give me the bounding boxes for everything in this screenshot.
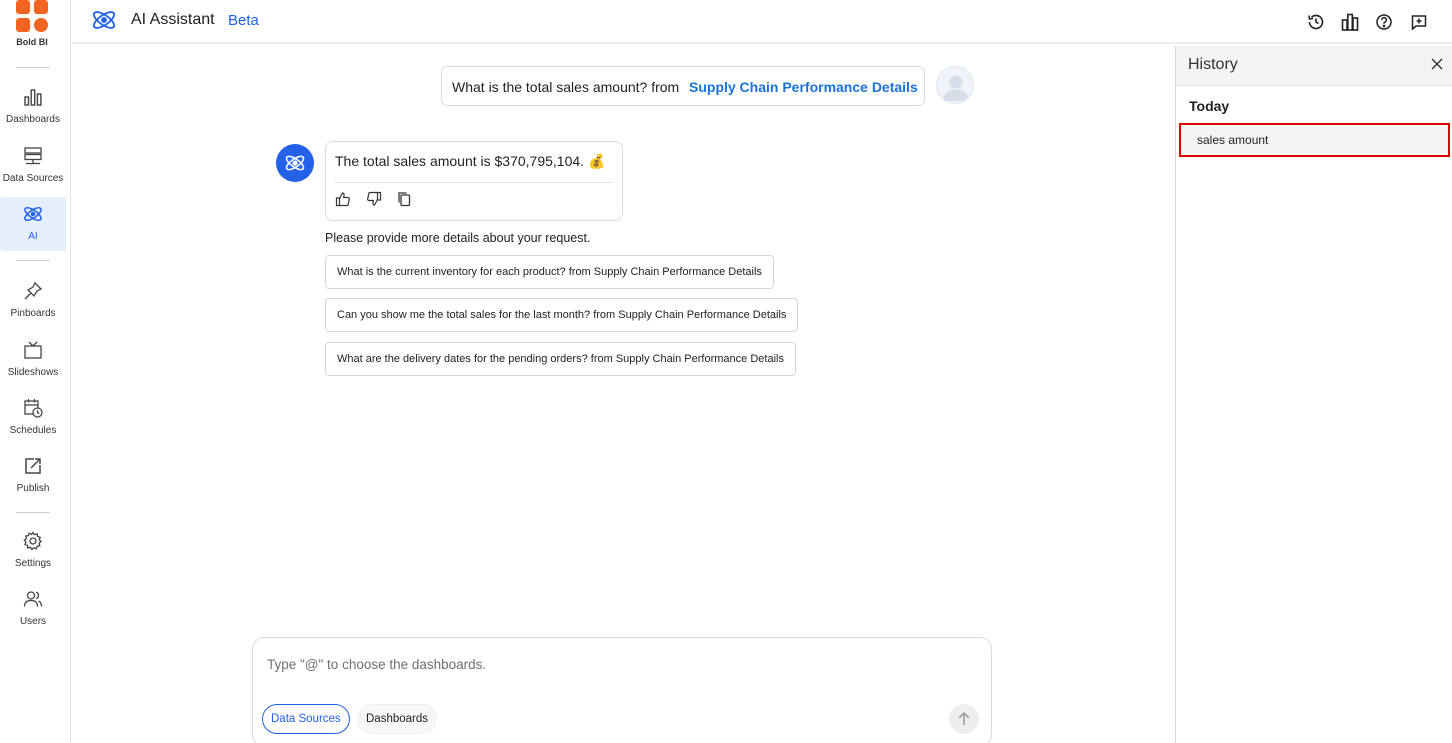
gear-icon [23, 531, 42, 551]
nav-label: Publish [16, 483, 50, 494]
dashboard-bar-icon[interactable] [1340, 12, 1360, 32]
nav-label: Schedules [9, 425, 57, 436]
close-icon[interactable] [1430, 57, 1444, 71]
arrow-up-icon [958, 711, 970, 725]
dashboards-chip[interactable]: Dashboards [357, 704, 438, 734]
user-avatar [936, 66, 974, 104]
nav-divider [16, 67, 50, 68]
app-root: Bold BI Dashboards Data Sources AI Pinbo… [0, 0, 1452, 743]
message-composer: Data Sources Dashboards [252, 637, 992, 743]
nav-label: Settings [14, 558, 52, 569]
assistant-avatar [276, 144, 314, 182]
copy-icon[interactable] [396, 191, 412, 207]
nav-label: Users [19, 616, 47, 627]
beta-badge: Beta [228, 12, 259, 29]
left-navigation: Bold BI Dashboards Data Sources AI Pinbo… [0, 0, 71, 743]
nav-item-slideshows[interactable]: Slideshows [0, 333, 66, 387]
prompt-hint-text: Please provide more details about your r… [325, 231, 591, 245]
suggestion-chip[interactable]: Can you show me the total sales for the … [325, 298, 799, 332]
page-title: AI Assistant [131, 11, 215, 28]
nav-label: Pinboards [10, 308, 56, 319]
bar-chart-icon [24, 89, 42, 106]
nav-label: Slideshows [7, 367, 59, 378]
atom-icon [24, 206, 42, 222]
ai-assistant-atom-icon [92, 11, 116, 29]
tv-icon [24, 341, 42, 359]
nav-divider [16, 260, 50, 261]
assistant-answer-text: The total sales amount is $370,795,104. … [335, 153, 606, 169]
calendar-clock-icon [24, 399, 43, 418]
send-button[interactable] [949, 704, 979, 734]
history-icon[interactable] [1306, 12, 1326, 32]
history-header: History [1176, 46, 1452, 86]
message-input[interactable] [267, 654, 947, 674]
history-panel: History Today sales amount [1175, 46, 1452, 743]
server-icon [24, 147, 42, 165]
top-bar: AI Assistant Beta [72, 0, 1452, 44]
nav-item-settings[interactable]: Settings [0, 524, 66, 578]
history-group-label: Today [1189, 98, 1230, 114]
chat-area: What is the total sales amount? from Sup… [72, 46, 1175, 743]
user-question-text: What is the total sales amount? from [452, 79, 680, 95]
suggestion-chip[interactable]: What are the delivery dates for the pend… [325, 342, 796, 376]
atom-icon [285, 155, 305, 171]
assistant-message-bubble: The total sales amount is $370,795,104. … [325, 141, 623, 221]
feedback-icon[interactable] [1409, 12, 1429, 32]
bold-bi-logo[interactable]: Bold BI [0, 0, 71, 60]
thumbs-down-icon[interactable] [366, 191, 382, 207]
share-icon [25, 458, 41, 474]
message-divider [335, 182, 613, 183]
nav-item-publish[interactable]: Publish [0, 449, 66, 503]
nav-item-ai[interactable]: AI [0, 197, 66, 251]
user-message-bubble: What is the total sales amount? from Sup… [441, 66, 925, 106]
nav-item-schedules[interactable]: Schedules [0, 391, 66, 445]
thumbs-up-icon[interactable] [335, 191, 351, 207]
nav-label: Dashboards [6, 114, 60, 125]
bold-bi-logo-icon [16, 0, 48, 32]
nav-divider [16, 512, 50, 513]
nav-item-users[interactable]: Users [0, 582, 66, 636]
data-sources-chip[interactable]: Data Sources [262, 704, 350, 734]
history-item[interactable]: sales amount [1179, 123, 1450, 157]
data-source-link[interactable]: Supply Chain Performance Details [689, 79, 918, 95]
pin-icon [24, 281, 43, 300]
suggestion-chip[interactable]: What is the current inventory for each p… [325, 255, 774, 289]
users-icon [23, 591, 43, 607]
nav-item-dashboards[interactable]: Dashboards [0, 80, 66, 134]
logo-text: Bold BI [16, 37, 48, 47]
nav-label: AI [28, 231, 38, 242]
history-item-label: sales amount [1197, 133, 1269, 147]
nav-label: Data Sources [2, 173, 64, 184]
nav-item-pinboards[interactable]: Pinboards [0, 274, 66, 328]
help-icon[interactable] [1374, 12, 1394, 32]
nav-item-data-sources[interactable]: Data Sources [0, 139, 66, 193]
history-title: History [1188, 56, 1238, 73]
user-avatar-icon [943, 75, 969, 101]
